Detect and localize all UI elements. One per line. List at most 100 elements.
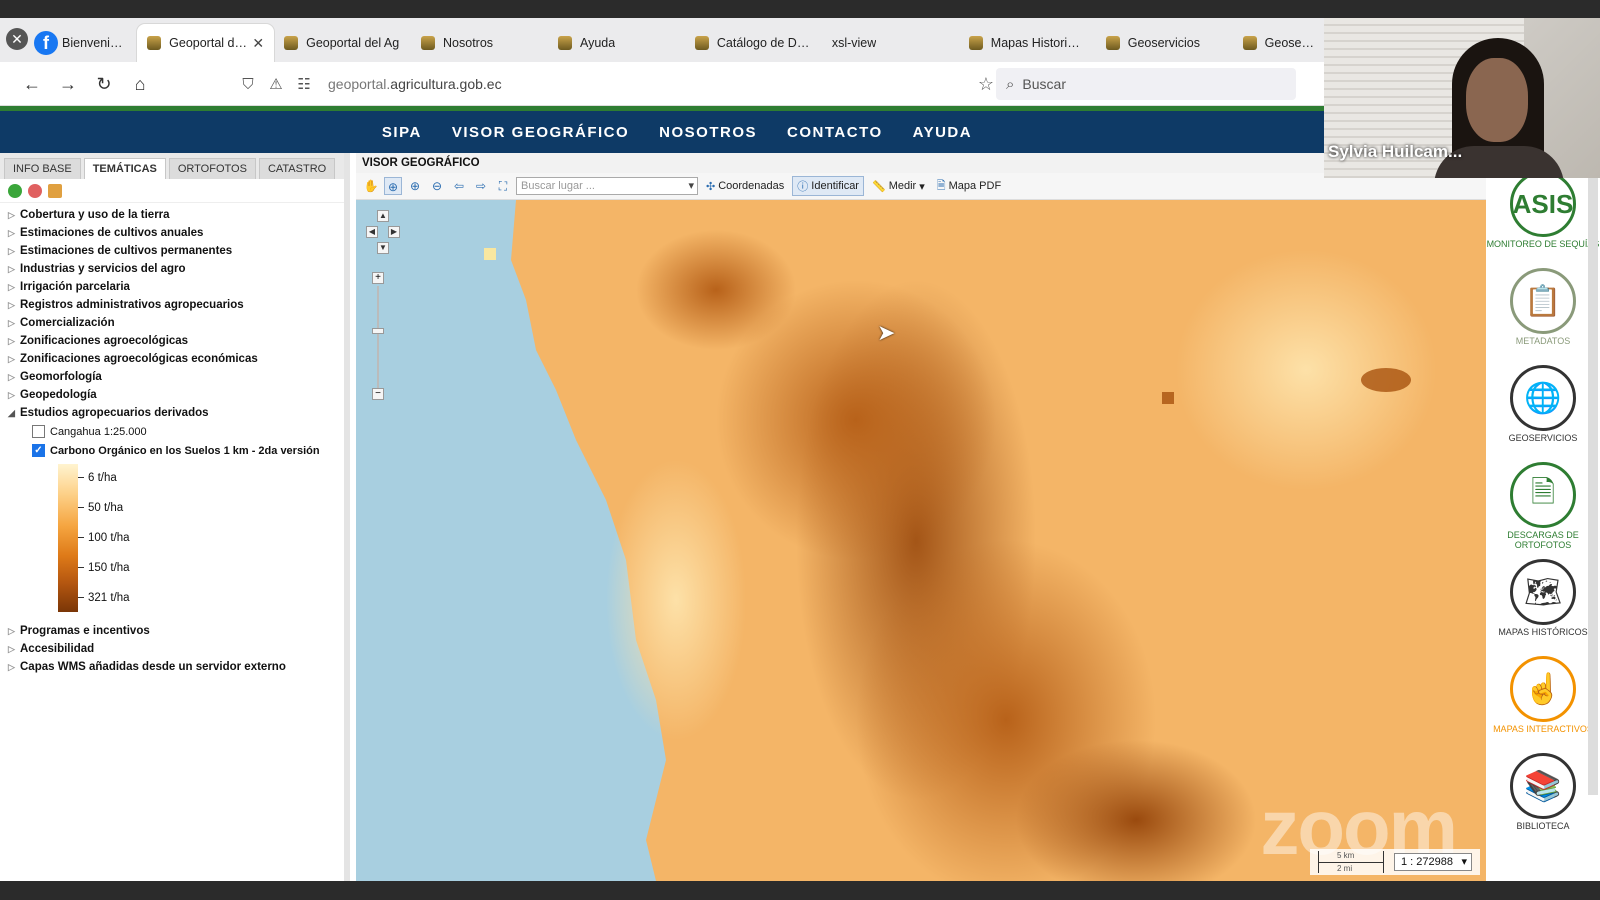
tab-label: Mapas Historicos — [990, 36, 1086, 50]
tree-item[interactable]: ▷ Industrias y servicios del agro — [8, 260, 344, 278]
tab-geoservicios[interactable]: Geoservicios — [1096, 24, 1233, 62]
tab-mapas-historicos[interactable]: Mapas Historicos — [959, 24, 1096, 62]
link-label: METADATOS — [1515, 336, 1571, 346]
nav-sipa[interactable]: SIPA — [382, 124, 422, 141]
link-descargas-ortofotos[interactable]: 🗎 DESCARGAS DE ORTOFOTOS — [1486, 462, 1600, 559]
tab-label: Geoportal del A — [169, 36, 253, 50]
zoom-track[interactable] — [377, 286, 379, 394]
pdf-map-button[interactable]: 🗎 Mapa PDF — [933, 176, 1005, 197]
tree-item[interactable]: ▷ Capas WMS añadidas desde un servidor ex… — [8, 658, 344, 676]
tree-item-label: Zonificaciones agroecológicas económicas — [20, 353, 258, 365]
tree-item-label: Estimaciones de cultivos anuales — [20, 227, 204, 239]
link-metadatos[interactable]: 📋 METADATOS — [1486, 268, 1600, 365]
tab-close-icon[interactable]: ✕ — [252, 35, 264, 52]
pdf-icon: 🗎 — [936, 179, 946, 192]
reload-icon[interactable]: ↻ — [86, 69, 122, 99]
nav-contacto[interactable]: CONTACTO — [787, 124, 883, 141]
nav-visor-geografico[interactable]: VISOR GEOGRÁFICO — [452, 124, 629, 141]
tab-ayuda[interactable]: Ayuda — [548, 24, 685, 62]
zoom-close-icon[interactable]: ✕ — [6, 28, 28, 50]
zoom-slider[interactable]: + − — [372, 272, 384, 412]
layer-panel: INFO BASE TEMÁTICAS ORTOFOTOS CATASTRO ▷… — [0, 153, 350, 881]
coordinates-button[interactable]: ✣ Coordenadas — [702, 179, 788, 194]
place-search-input[interactable]: Buscar lugar ... — [516, 177, 698, 195]
home-icon[interactable]: ⌂ — [122, 69, 158, 99]
soil-carbon-raster — [484, 200, 1486, 881]
layer-checkbox-checked[interactable]: ✓ — [32, 444, 45, 457]
tree-item-expanded[interactable]: ◢ Estudios agropecuarios derivados — [8, 404, 344, 422]
zoom-plus-icon[interactable]: + — [372, 272, 384, 284]
pan-up-icon[interactable]: ▲ — [377, 210, 389, 222]
browser-tab-bar: f Bienvenidos al Si Geoportal del A ✕ Ge… — [0, 18, 1324, 62]
pan-left-icon[interactable]: ◀ — [366, 226, 378, 238]
tree-item[interactable]: ▷ Estimaciones de cultivos permanentes — [8, 242, 344, 260]
site-settings-icon[interactable]: ☷ — [290, 75, 318, 93]
link-biblioteca[interactable]: 📚 BIBLIOTECA — [1486, 753, 1600, 850]
previous-extent-icon[interactable]: ⇦ — [450, 177, 468, 195]
forward-arrow-icon[interactable]: → — [50, 69, 86, 99]
tree-item-label: Estudios agropecuarios derivados — [20, 407, 209, 419]
layer-carbono-organico[interactable]: ✓ Carbono Orgánico en los Suelos 1 km - … — [8, 441, 344, 460]
full-extent-icon[interactable]: ⛶ — [494, 177, 512, 195]
link-monitoreo-sequias[interactable]: ASIS MONITOREO DE SEQUÍAS — [1486, 171, 1600, 268]
tab-geoportal-active[interactable]: Geoportal del A ✕ — [137, 24, 275, 62]
legend-color-ramp — [58, 464, 78, 612]
map-canvas[interactable]: ▲ ◀ ▶ ▼ + − ➤ zoom 5 km 2 mi 1 : 272988 — [356, 200, 1486, 881]
measure-button[interactable]: 📏 Medir ▾ — [868, 179, 929, 194]
tree-item-label: Zonificaciones agroecológicas — [20, 335, 189, 347]
zoom-in-icon[interactable]: ⊕ — [406, 177, 424, 195]
coordinates-label: Coordenadas — [718, 180, 785, 192]
link-geoservicios[interactable]: 🌐 GEOSERVICIOS — [1486, 365, 1600, 462]
tree-item[interactable]: ▷ Zonificaciones agroecológicas económica… — [8, 350, 344, 368]
pan-control[interactable]: ▲ ◀ ▶ ▼ — [366, 210, 400, 260]
zoom-minus-icon[interactable]: − — [372, 388, 384, 400]
layer-checkbox[interactable] — [32, 425, 45, 438]
tree-item[interactable]: ▷ Geomorfología — [8, 368, 344, 386]
zoom-box-icon[interactable]: ⊕ — [384, 177, 402, 195]
tree-item[interactable]: ▷ Registros administrativos agropecuarios — [8, 296, 344, 314]
bookmark-star-icon[interactable]: ☆ — [978, 74, 994, 95]
legend-label: 150 t/ha — [78, 562, 130, 574]
address-bar[interactable]: ⛉ ⚠ ☷ geoportal.agricultura.gob.ec ☆ — [234, 68, 994, 100]
pan-right-icon[interactable]: ▶ — [388, 226, 400, 238]
tab-catastro[interactable]: CATASTRO — [258, 158, 336, 179]
tab-catalogo[interactable]: Catálogo de Dato — [685, 24, 822, 62]
next-extent-icon[interactable]: ⇨ — [472, 177, 490, 195]
identify-button[interactable]: ⓘ Identificar — [792, 176, 864, 196]
vertical-scrollbar[interactable] — [1588, 175, 1598, 795]
tree-item[interactable]: ▷ Accesibilidad — [8, 640, 344, 658]
scale-select[interactable]: 1 : 272988 — [1394, 853, 1472, 871]
zoom-handle[interactable] — [372, 328, 384, 334]
tree-item[interactable]: ▷ Comercialización — [8, 314, 344, 332]
tab-info-base[interactable]: INFO BASE — [4, 158, 81, 179]
pan-hand-icon[interactable]: ✋ — [362, 177, 380, 195]
tree-item-label: Industrias y servicios del agro — [20, 263, 186, 275]
link-mapas-historicos[interactable]: 🗺 MAPAS HISTÓRICOS — [1486, 559, 1600, 656]
permissions-icon[interactable]: ⚠ — [262, 75, 290, 93]
link-label: BIBLIOTECA — [1516, 821, 1570, 831]
link-mapas-interactivos[interactable]: ☝ MAPAS INTERACTIVOS — [1486, 656, 1600, 753]
tree-item[interactable]: ▷ Cobertura y uso de la tierra — [8, 206, 344, 224]
tab-ortofotos[interactable]: ORTOFOTOS — [168, 158, 256, 179]
tree-item[interactable]: ▷ Estimaciones de cultivos anuales — [8, 224, 344, 242]
clear-layers-icon[interactable] — [48, 183, 62, 198]
tree-item[interactable]: ▷ Irrigación parcelaria — [8, 278, 344, 296]
back-arrow-icon[interactable]: ← — [14, 69, 50, 99]
browser-search-input[interactable]: ⌕ Buscar — [996, 68, 1296, 100]
tab-tematicas[interactable]: TEMÁTICAS — [83, 158, 166, 179]
tab-xsl-view[interactable]: xsl-view — [822, 24, 959, 62]
tree-item[interactable]: ▷ Zonificaciones agroecológicas — [8, 332, 344, 350]
tree-item[interactable]: ▷ Geopedología — [8, 386, 344, 404]
pan-down-icon[interactable]: ▼ — [377, 242, 389, 254]
nav-ayuda[interactable]: AYUDA — [913, 124, 972, 141]
layer-tools — [0, 179, 344, 203]
layer-cangahua[interactable]: Cangahua 1:25.000 — [8, 422, 344, 441]
add-layer-icon[interactable] — [8, 183, 22, 198]
zoom-out-icon[interactable]: ⊖ — [428, 177, 446, 195]
tab-nosotros[interactable]: Nosotros — [411, 24, 548, 62]
tab-geoservicios-2[interactable]: Geoservi — [1233, 24, 1324, 62]
remove-layer-icon[interactable] — [28, 183, 42, 198]
tree-item[interactable]: ▷ Programas e incentivos — [8, 622, 344, 640]
tab-geoportal[interactable]: Geoportal del Ag — [274, 24, 411, 62]
nav-nosotros[interactable]: NOSOTROS — [659, 124, 757, 141]
